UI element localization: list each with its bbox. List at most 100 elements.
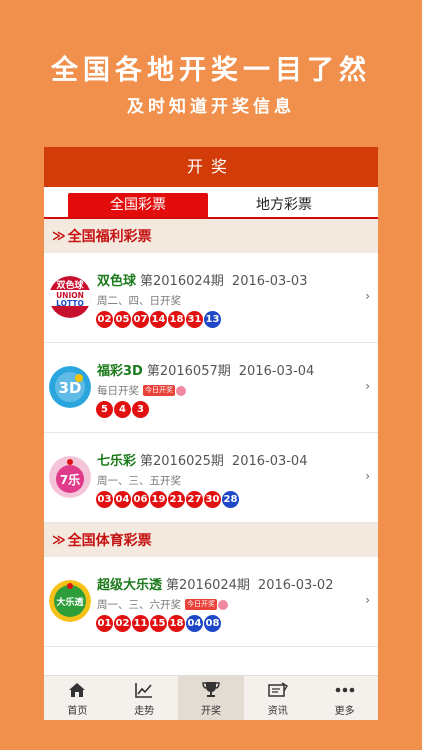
red-ball: 19 [150,491,167,508]
section-label: 全国体育彩票 [67,533,152,549]
lottery-schedule: 周二、四、日开奖 [97,293,181,308]
badge-label: 今日开奖 [143,385,175,396]
lottery-period: 第2016057期 [146,364,231,379]
promo-title: 全国各地开奖一目了然 [51,55,371,86]
red-ball: 18 [168,311,185,328]
lottery-schedule: 周一、三、五开奖 [97,473,181,488]
lottery-info: 超级大乐透 第2016024期 2016-03-02 [97,574,333,593]
nav-label: 更多 [334,705,355,717]
red-ball: 06 [132,491,149,508]
lottery-date: 2016-03-04 [231,454,308,469]
section-header-sports: ≫ 全国体育彩票 [44,523,378,557]
more-dots-icon [335,680,355,700]
red-ball: 30 [204,491,221,508]
lottery-schedule: 每日开奖 今日开奖 [97,383,186,398]
lottery-schedule: 周一、三、六开奖 今日开奖 [97,597,228,612]
news-icon [268,680,288,700]
blue-ball: 08 [204,615,221,632]
nav-item-home[interactable]: 首页 [44,676,111,720]
blue-ball: 28 [222,491,239,508]
promo-subtitle: 及时知道开奖信息 [127,97,295,117]
trend-chart-icon [135,680,153,700]
lottery-period: 第2016024期 [166,578,250,593]
piggy-icon [176,385,186,396]
red-ball: 02 [114,615,131,632]
nav-label: 首页 [67,705,88,717]
lottery-date: 2016-03-03 [231,274,308,289]
page-title: 开奖 [186,157,235,176]
lottery-info: 七乐彩 第2016025期 2016-03-04 [97,450,307,469]
red-ball: 3 [132,401,149,418]
chevron-right-icon: › [365,289,370,303]
ssq-logo-text: 双色球 [56,279,84,291]
red-ball: 11 [132,615,149,632]
section-header-welfare: ≫ 全国福利彩票 [44,219,378,253]
tab-national[interactable]: 全国彩票 [68,193,208,217]
dlt-logo: 大乐透 [49,580,91,622]
red-ball: 14 [150,311,167,328]
winning-numbers: 01 02 11 15 18 04 08 [96,615,222,632]
lottery-row-dlt[interactable]: 大乐透 超级大乐透 第2016024期 2016-03-02 周一、三、六开奖 今日… [44,557,378,647]
app-header: 开奖 [44,147,378,187]
lottery-info: 双色球 第2016024期 2016-03-03 [97,270,307,289]
red-ball: 5 [96,401,113,418]
lottery-row-3d[interactable]: 3D 福彩3D 第2016057期 2016-03-04 每日开奖 今日开奖 543… [44,343,378,433]
lottery-name: 双色球 [97,274,137,289]
trophy-icon [202,680,220,700]
winning-numbers: 03 04 06 19 21 27 30 28 [96,491,240,508]
red-ball: 21 [168,491,185,508]
blue-ball: 04 [186,615,203,632]
red-ball: 4 [114,401,131,418]
piggy-icon [218,599,228,610]
nav-label: 资讯 [267,705,288,717]
chevron-right-icon: ≫ [52,228,66,244]
lottery-row-ssq[interactable]: 双色球 UNION LOTTO 双色球 第2016024期 2016-03-03 周… [44,253,378,343]
today-draw-badge: 今日开奖 [143,385,186,396]
chevron-right-icon: › [365,379,370,393]
blue-ball: 13 [204,311,221,328]
nav-item-more[interactable]: 更多 [311,676,378,720]
lottery-name: 福彩3D [97,364,143,379]
red-ball: 27 [186,491,203,508]
schedule-text: 每日开奖 [97,385,139,397]
home-icon [68,680,86,700]
qlc-logo-text: 7乐 [60,472,80,487]
nav-label: 开奖 [200,705,221,717]
lottery-name: 超级大乐透 [97,578,163,593]
winning-numbers: 02 05 07 14 18 31 13 [96,311,222,328]
chevron-right-icon: › [365,469,370,483]
red-ball: 07 [132,311,149,328]
schedule-text: 周一、三、六开奖 [97,599,181,611]
nav-label: 走势 [134,705,155,717]
schedule-text: 周一、三、五开奖 [97,475,181,487]
nav-item-draw[interactable]: 开奖 [177,676,245,720]
lottery-tabs: 全国彩票 地方彩票 [44,187,378,219]
lottery-name: 七乐彩 [97,454,137,469]
today-draw-badge: 今日开奖 [185,599,228,610]
badge-label: 今日开奖 [185,599,217,610]
red-ball: 02 [96,311,113,328]
red-ball: 31 [186,311,203,328]
lottery-row-qlc[interactable]: 7乐 七乐彩 第2016025期 2016-03-04 周一、三、五开奖 03 04 0… [44,433,378,523]
qlc-logo: 7乐 [49,456,91,498]
fc3d-logo: 3D [49,366,91,408]
ssq-logo-text3: LOTTO [56,299,84,308]
lottery-info: 福彩3D 第2016057期 2016-03-04 [97,360,314,379]
red-ball: 04 [114,491,131,508]
red-ball: 18 [168,615,185,632]
app-screen: 开奖 全国彩票 地方彩票 ≫ 全国福利彩票 双色球 UNION LOTTO 双色… [44,147,378,720]
lottery-date: 2016-03-04 [238,364,315,379]
dlt-logo-text: 大乐透 [56,596,84,608]
winning-numbers: 543 [96,401,150,418]
red-ball: 01 [96,615,113,632]
lottery-date: 2016-03-02 [257,578,334,593]
schedule-text: 周二、四、日开奖 [97,295,181,307]
red-ball: 05 [114,311,131,328]
bottom-nav: 首页 走势 开奖 资讯 更多 [44,675,378,720]
nav-item-trend[interactable]: 走势 [111,676,178,720]
ssq-logo: 双色球 UNION LOTTO [49,276,91,318]
section-label: 全国福利彩票 [67,229,152,245]
red-ball: 03 [96,491,113,508]
tab-local[interactable]: 地方彩票 [214,193,354,217]
nav-item-news[interactable]: 资讯 [244,676,311,720]
